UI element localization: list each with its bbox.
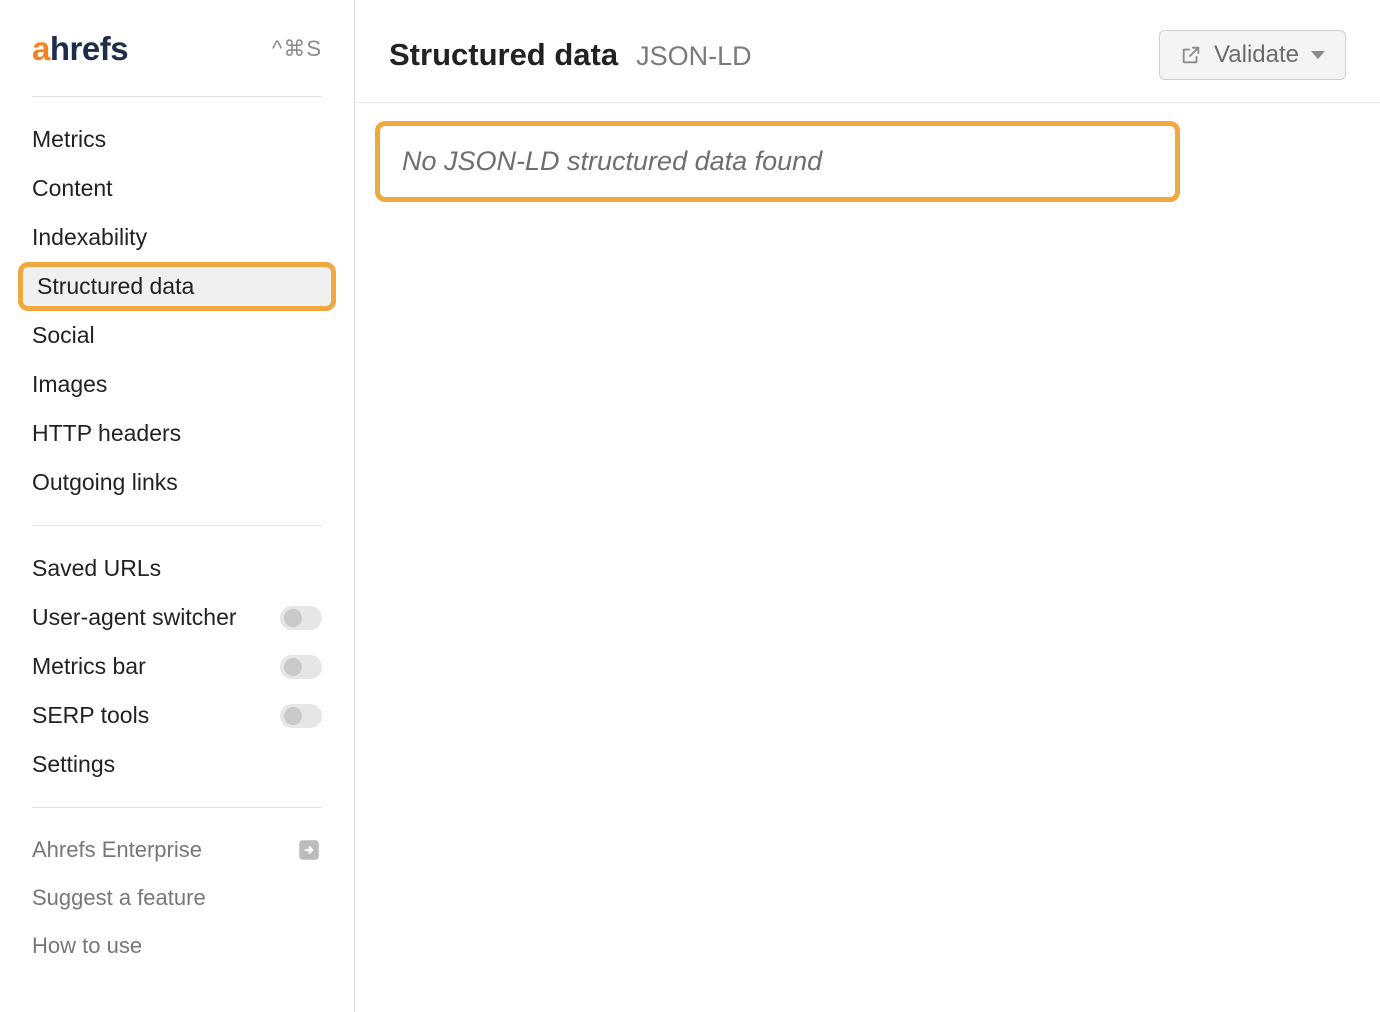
- sidebar-item-label: Settings: [32, 751, 115, 778]
- toggle-switch[interactable]: [280, 704, 322, 728]
- sidebar-item-label: Indexability: [32, 224, 147, 251]
- sidebar-item-content[interactable]: Content: [0, 164, 354, 213]
- sidebar-item-outgoing-links[interactable]: Outgoing links: [0, 458, 354, 507]
- shortcut-text: ^⌘S: [272, 36, 322, 62]
- page-title: Structured data: [389, 37, 618, 73]
- sidebar-item-how-to-use[interactable]: How to use: [0, 922, 354, 970]
- nav-tools: Saved URLs User-agent switcher Metrics b…: [0, 526, 354, 807]
- page-subtitle: JSON-LD: [636, 41, 752, 72]
- sidebar-item-label: HTTP headers: [32, 420, 181, 447]
- sidebar-item-images[interactable]: Images: [0, 360, 354, 409]
- empty-state-callout: No JSON-LD structured data found: [375, 121, 1180, 202]
- sidebar-item-label: Outgoing links: [32, 469, 178, 496]
- sidebar-item-metrics[interactable]: Metrics: [0, 115, 354, 164]
- sidebar-item-serp-tools[interactable]: SERP tools: [0, 691, 354, 740]
- nav-primary: Metrics Content Indexability Structured …: [0, 97, 354, 525]
- title-wrap: Structured data JSON-LD: [389, 37, 752, 73]
- sidebar-item-label: How to use: [32, 933, 142, 959]
- sidebar-item-label: Metrics bar: [32, 653, 146, 680]
- toggle-switch[interactable]: [280, 606, 322, 630]
- sidebar-item-label: SERP tools: [32, 702, 149, 729]
- external-link-icon: [296, 837, 322, 863]
- keyboard-shortcut: ^⌘S: [272, 36, 322, 62]
- sidebar-item-structured-data[interactable]: Structured data: [18, 262, 336, 311]
- sidebar: ahrefs ^⌘S Metrics Content Indexability …: [0, 0, 355, 1012]
- sidebar-item-label: Images: [32, 371, 107, 398]
- validate-label: Validate: [1214, 41, 1299, 69]
- sidebar-item-label: Suggest a feature: [32, 885, 206, 911]
- sidebar-item-label: Social: [32, 322, 95, 349]
- sidebar-item-http-headers[interactable]: HTTP headers: [0, 409, 354, 458]
- ahrefs-logo: ahrefs: [32, 30, 128, 68]
- sidebar-item-social[interactable]: Social: [0, 311, 354, 360]
- sidebar-item-label: Ahrefs Enterprise: [32, 837, 202, 863]
- logo-letter-a: a: [32, 30, 50, 67]
- sidebar-item-label: User-agent switcher: [32, 604, 237, 631]
- sidebar-item-ahrefs-enterprise[interactable]: Ahrefs Enterprise: [0, 826, 354, 874]
- sidebar-item-metrics-bar[interactable]: Metrics bar: [0, 642, 354, 691]
- nav-footer: Ahrefs Enterprise Suggest a feature How …: [0, 808, 354, 970]
- sidebar-header: ahrefs ^⌘S: [0, 0, 354, 96]
- main-content: Structured data JSON-LD Validate No JSON…: [355, 0, 1380, 1012]
- sidebar-item-indexability[interactable]: Indexability: [0, 213, 354, 262]
- main-header: Structured data JSON-LD Validate: [355, 0, 1380, 103]
- external-link-icon: [1180, 44, 1202, 66]
- sidebar-item-user-agent-switcher[interactable]: User-agent switcher: [0, 593, 354, 642]
- empty-state-text: No JSON-LD structured data found: [402, 146, 822, 176]
- sidebar-item-label: Structured data: [37, 273, 194, 300]
- sidebar-item-label: Saved URLs: [32, 555, 161, 582]
- sidebar-item-saved-urls[interactable]: Saved URLs: [0, 544, 354, 593]
- toggle-switch[interactable]: [280, 655, 322, 679]
- sidebar-item-suggest-feature[interactable]: Suggest a feature: [0, 874, 354, 922]
- sidebar-item-label: Content: [32, 175, 113, 202]
- chevron-down-icon: [1311, 51, 1325, 59]
- sidebar-item-settings[interactable]: Settings: [0, 740, 354, 789]
- sidebar-item-label: Metrics: [32, 126, 106, 153]
- validate-button[interactable]: Validate: [1159, 30, 1346, 80]
- logo-rest: hrefs: [50, 30, 128, 67]
